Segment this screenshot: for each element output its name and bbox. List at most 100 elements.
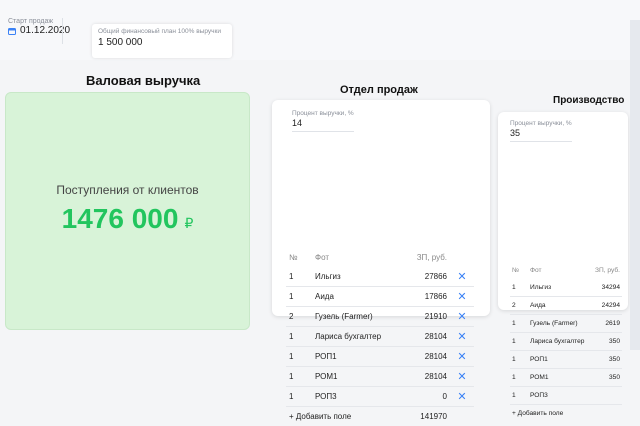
table-row: 1Аида17866✕: [286, 287, 474, 307]
row-salary[interactable]: 2619: [591, 315, 622, 333]
row-name[interactable]: Лариса бухгалтер: [528, 333, 591, 351]
col-number: №: [510, 262, 528, 279]
production-percent-field[interactable]: Процент выручки, % 35: [510, 120, 572, 142]
row-salary[interactable]: 28104: [404, 347, 450, 367]
footer-spacer: [591, 405, 622, 423]
row-number[interactable]: 1: [286, 267, 312, 287]
table-row: 1РОП30✕: [286, 387, 474, 407]
row-salary[interactable]: 24294: [591, 297, 622, 315]
sales-card: Процент выручки, % 14 № Фот ЗП, руб. 1Ил…: [272, 100, 490, 316]
add-field-link[interactable]: + Добавить поле: [286, 407, 404, 426]
row-number[interactable]: 2: [510, 297, 528, 315]
footer-spacer: [450, 407, 474, 426]
delete-row-icon[interactable]: ✕: [450, 367, 474, 387]
row-name[interactable]: Ильгиз: [528, 279, 591, 297]
table-footer-row: + Добавить поле141970: [286, 407, 474, 426]
delete-row-icon[interactable]: ✕: [450, 267, 474, 287]
table-row: 1РОМ128104✕: [286, 367, 474, 387]
row-name[interactable]: Ильгиз: [312, 267, 404, 287]
sales-percent-underline: [292, 131, 354, 132]
table-row: 2Аида24294: [510, 297, 622, 315]
row-salary[interactable]: 27866: [404, 267, 450, 287]
production-percent-value: 35: [510, 128, 572, 138]
row-salary[interactable]: 350: [591, 333, 622, 351]
row-salary[interactable]: 28104: [404, 367, 450, 387]
row-number[interactable]: 1: [286, 347, 312, 367]
delete-row-icon[interactable]: ✕: [450, 287, 474, 307]
row-salary[interactable]: 17866: [404, 287, 450, 307]
row-name[interactable]: Гузель (Farmer): [312, 307, 404, 327]
row-number[interactable]: 1: [510, 387, 528, 405]
row-name[interactable]: РОП3: [312, 387, 404, 407]
financial-plan-label: Общий финансовый план 100% выручки: [98, 28, 226, 35]
sales-percent-field[interactable]: Процент выручки, % 14: [292, 110, 354, 132]
row-number[interactable]: 1: [510, 315, 528, 333]
row-number[interactable]: 1: [286, 367, 312, 387]
row-number[interactable]: 2: [286, 307, 312, 327]
row-name[interactable]: Аида: [312, 287, 404, 307]
row-name[interactable]: РОП3: [528, 387, 591, 405]
delete-row-icon[interactable]: ✕: [450, 327, 474, 347]
table-row: 1Лариса бухгалтер28104✕: [286, 327, 474, 347]
row-salary[interactable]: 350: [591, 369, 622, 387]
delete-row-icon[interactable]: ✕: [450, 347, 474, 367]
col-name: Фот: [528, 262, 591, 279]
row-number[interactable]: 1: [510, 369, 528, 387]
revenue-subtitle: Поступления от клиентов: [6, 183, 249, 197]
sales-percent-label: Процент выручки, %: [292, 110, 354, 117]
sales-percent-value: 14: [292, 118, 354, 128]
start-date-label: Старт продаж: [8, 18, 70, 25]
production-percent-label: Процент выручки, %: [510, 120, 572, 127]
sales-title: Отдел продаж: [340, 84, 418, 96]
row-name[interactable]: Гузель (Farmer): [528, 315, 591, 333]
table-row: 1РОП3: [510, 387, 622, 405]
row-name[interactable]: РОМ1: [528, 369, 591, 387]
revenue-title: Валовая выручка: [86, 73, 200, 88]
calendar-icon: [8, 27, 16, 35]
table-row: 1Ильгиз34294: [510, 279, 622, 297]
col-salary: ЗП, руб.: [404, 248, 450, 267]
financial-plan-value: 1 500 000: [98, 37, 226, 48]
production-title: Производство: [553, 95, 624, 106]
row-salary[interactable]: 28104: [404, 327, 450, 347]
row-salary[interactable]: 34294: [591, 279, 622, 297]
add-field-link[interactable]: + Добавить поле: [510, 405, 591, 423]
divider: [62, 18, 63, 44]
row-number[interactable]: 1: [286, 287, 312, 307]
delete-row-icon[interactable]: ✕: [450, 387, 474, 407]
financial-plan-field[interactable]: Общий финансовый план 100% выручки 1 500…: [92, 24, 232, 58]
col-number: №: [286, 248, 312, 267]
row-salary[interactable]: 0: [404, 387, 450, 407]
col-action: [450, 248, 474, 267]
row-number[interactable]: 1: [286, 327, 312, 347]
table-footer-row: + Добавить поле: [510, 405, 622, 423]
revenue-amount-value: 1476 000: [62, 203, 179, 234]
row-number[interactable]: 1: [510, 279, 528, 297]
table-row: 1Ильгиз27866✕: [286, 267, 474, 287]
start-date-field[interactable]: Старт продаж 01.12.2020: [8, 18, 70, 36]
row-name[interactable]: РОМ1: [312, 367, 404, 387]
revenue-amount: 1476 000 ₽: [6, 203, 249, 235]
delete-row-icon[interactable]: ✕: [450, 307, 474, 327]
col-salary: ЗП, руб.: [591, 262, 622, 279]
table-row: 1РОП128104✕: [286, 347, 474, 367]
row-name[interactable]: Аида: [528, 297, 591, 315]
row-salary[interactable]: [591, 387, 622, 405]
salary-total: 141970: [404, 407, 450, 426]
table-row: 1Лариса бухгалтер350: [510, 333, 622, 351]
revenue-card: Поступления от клиентов 1476 000 ₽: [5, 92, 250, 330]
table-row: 1РОМ1350: [510, 369, 622, 387]
row-salary[interactable]: 21910: [404, 307, 450, 327]
table-row: 1Гузель (Farmer)2619: [510, 315, 622, 333]
row-name[interactable]: РОП1: [312, 347, 404, 367]
scrollbar[interactable]: [630, 20, 640, 350]
currency-symbol: ₽: [184, 215, 193, 231]
col-name: Фот: [312, 248, 404, 267]
production-card: Процент выручки, % 35 № Фот ЗП, руб. 1Ил…: [498, 112, 628, 310]
row-name[interactable]: Лариса бухгалтер: [312, 327, 404, 347]
table-row: 2Гузель (Farmer)21910✕: [286, 307, 474, 327]
row-number[interactable]: 1: [286, 387, 312, 407]
production-percent-underline: [510, 141, 572, 142]
row-number[interactable]: 1: [510, 333, 528, 351]
sales-table: № Фот ЗП, руб. 1Ильгиз27866✕1Аида17866✕2…: [286, 248, 474, 426]
